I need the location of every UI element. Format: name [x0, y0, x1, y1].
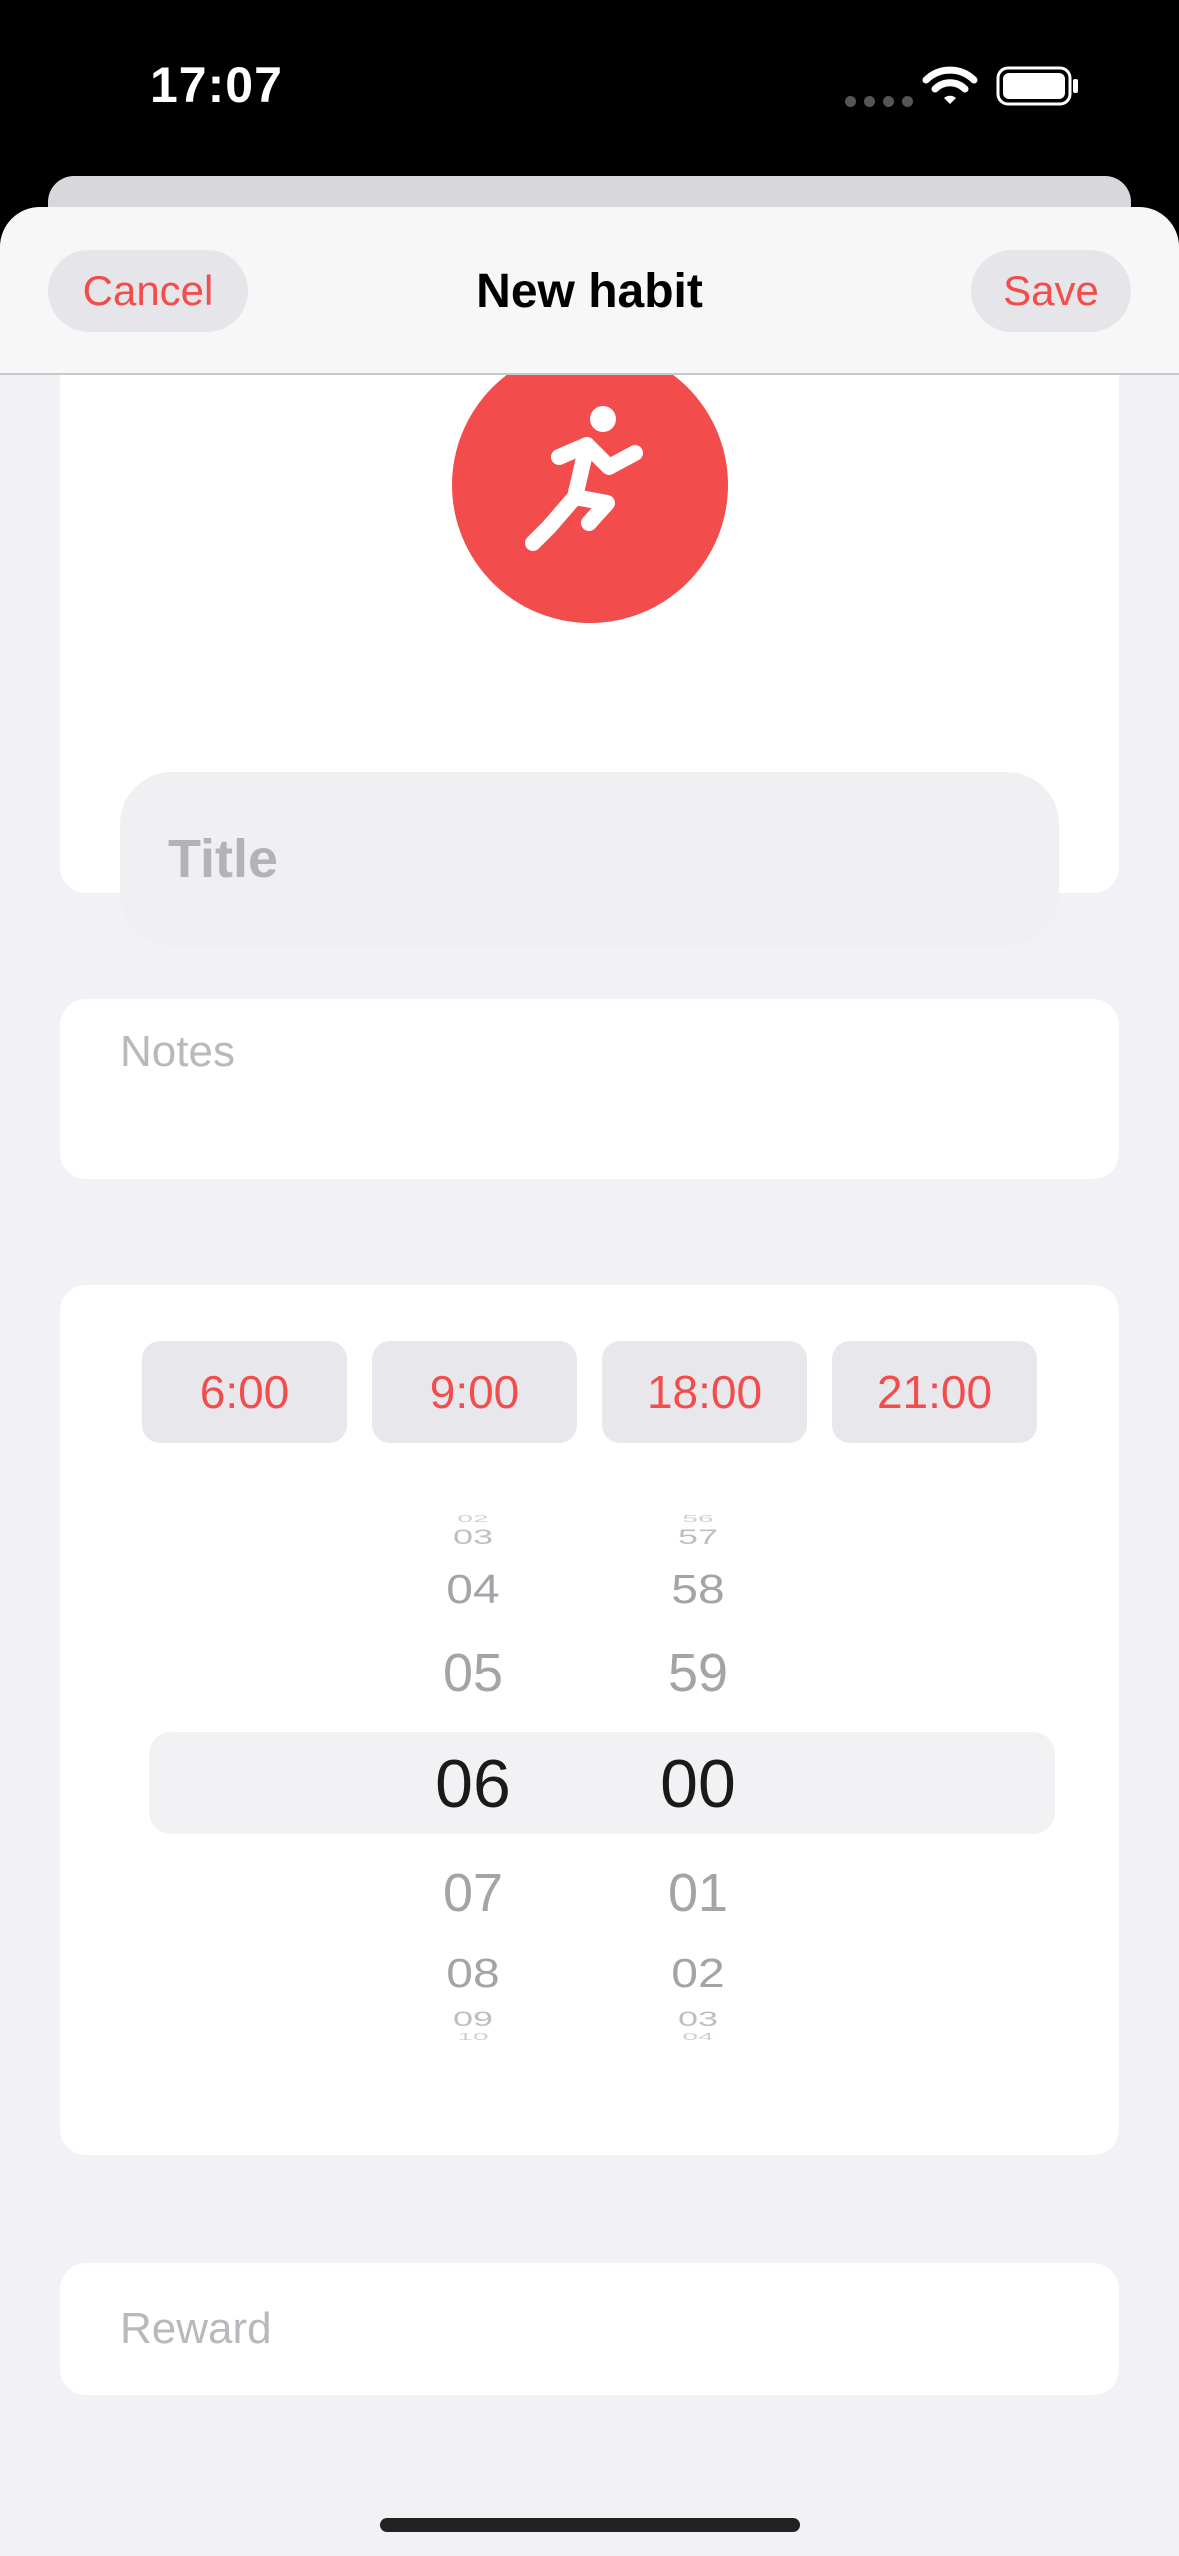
picker-value: 57: [677, 1524, 719, 1549]
selected-minute: 00: [660, 1746, 736, 1822]
time-card: 6:00 9:00 18:00 21:00 02 03 04 05 06 07 …: [60, 1285, 1119, 2155]
minute-wheel[interactable]: 56 57 58 59 00 01 02 03 04: [623, 1505, 773, 2045]
cellular-signal-icon: [845, 96, 913, 107]
notes-field[interactable]: [120, 1027, 1060, 1147]
title-input[interactable]: [120, 772, 1059, 946]
preset-18-00-button[interactable]: 18:00: [602, 1341, 807, 1443]
picker-value: 03: [452, 1524, 494, 1549]
battery-icon: [996, 66, 1078, 106]
picker-value: 09: [452, 2006, 494, 2031]
picker-value: 59: [667, 1643, 729, 1703]
status-bar: 17:07: [0, 0, 1179, 180]
running-figure-icon: [525, 406, 643, 551]
reward-card: [60, 2263, 1119, 2395]
hour-wheel[interactable]: 02 03 04 05 06 07 08 09 10: [398, 1505, 548, 2045]
picker-value: 04: [682, 2031, 714, 2043]
picker-value: 03: [677, 2006, 719, 2031]
picker-value: 56: [682, 1513, 714, 1525]
time-presets: 6:00 9:00 18:00 21:00: [142, 1341, 1037, 1443]
status-time: 17:07: [150, 57, 283, 113]
picker-value: 02: [671, 1951, 725, 1997]
reward-input[interactable]: [120, 2299, 1060, 2359]
home-indicator[interactable]: [380, 2518, 800, 2532]
picker-value: 05: [442, 1643, 504, 1703]
picker-value: 07: [442, 1863, 504, 1923]
wifi-icon: [922, 66, 978, 104]
preset-21-00-button[interactable]: 21:00: [832, 1341, 1037, 1443]
picker-value: 01: [667, 1863, 729, 1923]
habit-icon-button[interactable]: [452, 347, 728, 623]
preset-6-00-button[interactable]: 6:00: [142, 1341, 347, 1443]
notes-card: [60, 999, 1119, 1179]
habit-identity-card: [60, 307, 1119, 946]
save-button[interactable]: Save: [971, 250, 1131, 332]
picker-value: 08: [446, 1951, 500, 1997]
picker-value: 02: [457, 1513, 489, 1525]
navigation-bar: Cancel New habit Save: [0, 207, 1179, 375]
picker-selection-band: [149, 1732, 1055, 1834]
new-habit-sheet: Cancel New habit Save 6:00 9:00 18:00 2: [0, 207, 1179, 2556]
picker-value: 04: [446, 1567, 500, 1613]
selected-hour: 06: [435, 1746, 511, 1822]
time-picker: 02 03 04 05 06 07 08 09 10 56 57 58 59 0…: [60, 1505, 1119, 2045]
picker-value: 10: [457, 2031, 489, 2043]
preset-9-00-button[interactable]: 9:00: [372, 1341, 577, 1443]
picker-value: 58: [671, 1567, 725, 1613]
